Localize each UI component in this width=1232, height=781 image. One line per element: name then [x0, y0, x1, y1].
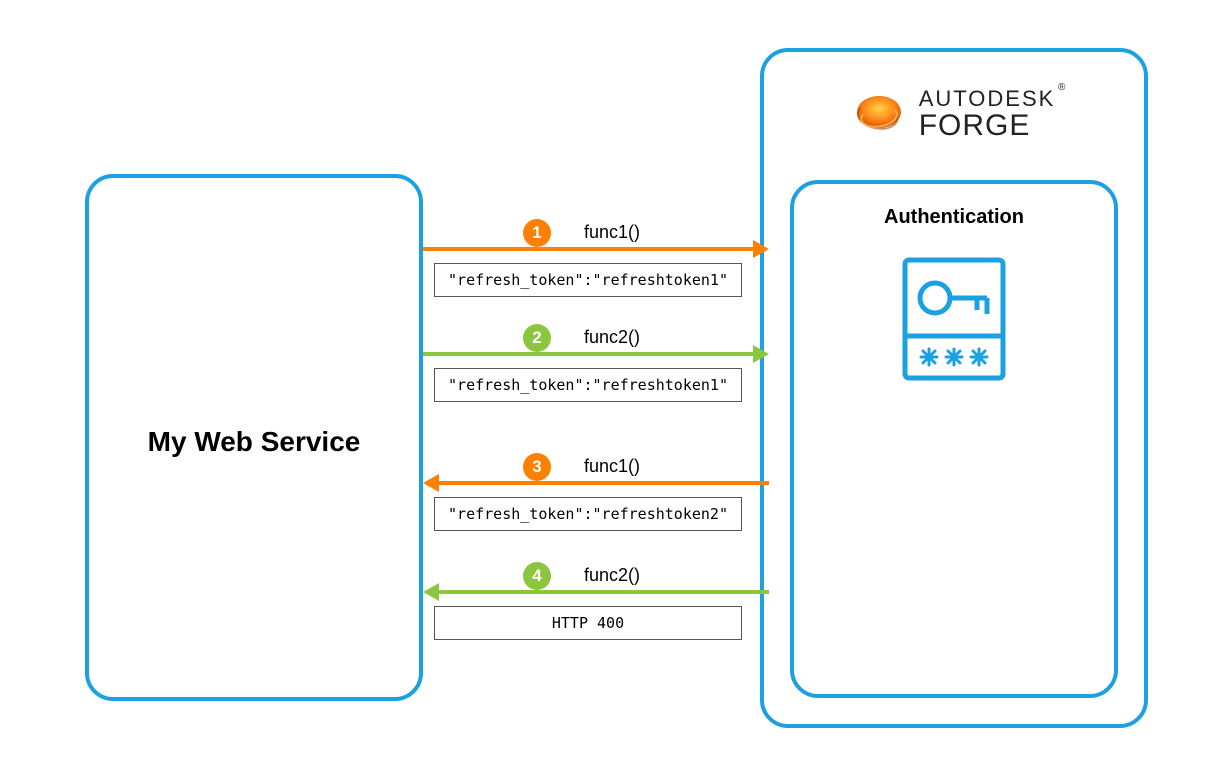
arrow-step-2 [423, 352, 753, 356]
arrow-head-2 [753, 345, 769, 363]
step-badge-3: 3 [523, 453, 551, 481]
arrow-step-1 [423, 247, 753, 251]
brand-line1: AUTODESK® [919, 87, 1056, 110]
payload-3: "refresh_token":"refreshtoken2" [434, 497, 742, 531]
forge-logo-icon [853, 86, 905, 143]
step-label-4: func2() [584, 565, 640, 586]
step-badge-4: 4 [523, 562, 551, 590]
step-label-2: func2() [584, 327, 640, 348]
client-box: My Web Service [85, 174, 423, 701]
arrow-head-3 [423, 474, 439, 492]
step-badge-2: 2 [523, 324, 551, 352]
arrow-step-3 [439, 481, 769, 485]
payload-1: "refresh_token":"refreshtoken1" [434, 263, 742, 297]
step-badge-1: 1 [523, 219, 551, 247]
payload-2: "refresh_token":"refreshtoken1" [434, 368, 742, 402]
step-label-1: func1() [584, 222, 640, 243]
forge-brand: AUTODESK® FORGE [764, 86, 1144, 143]
key-lock-icon [899, 254, 1009, 389]
auth-title: Authentication [794, 206, 1114, 229]
auth-box: Authentication [790, 180, 1118, 698]
client-title: My Web Service [89, 426, 419, 458]
arrow-head-4 [423, 583, 439, 601]
step-label-3: func1() [584, 456, 640, 477]
brand-line2: FORGE [919, 110, 1031, 142]
arrow-head-1 [753, 240, 769, 258]
diagram-canvas: My Web Service [0, 0, 1232, 781]
arrow-step-4 [439, 590, 769, 594]
payload-4: HTTP 400 [434, 606, 742, 640]
